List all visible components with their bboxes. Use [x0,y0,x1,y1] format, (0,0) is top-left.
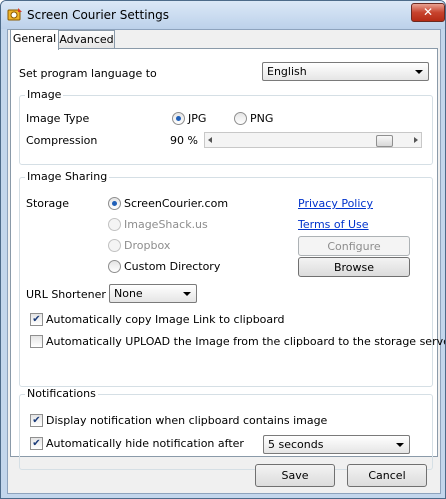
compression-label: Compression [26,134,98,147]
storage-imageshack-radio[interactable] [108,218,121,231]
storage-dropbox-label[interactable]: Dropbox [124,239,170,252]
tab-advanced[interactable]: Advanced [58,30,115,49]
slider-right-arrow-icon[interactable] [414,137,418,143]
browse-button[interactable]: Browse [298,257,410,277]
terms-of-use-link[interactable]: Terms of Use [298,218,369,231]
auto-copy-label[interactable]: Automatically copy Image Link to clipboa… [46,313,284,326]
storage-screencourier-radio[interactable] [108,197,121,210]
auto-hide-duration-select[interactable]: 5 seconds [263,435,410,454]
screen-courier-logo-icon [7,8,22,21]
url-shortener-value: None [114,287,143,300]
display-notification-checkbox[interactable]: ✔ [30,414,43,427]
image-type-label: Image Type [26,112,90,125]
storage-imageshack-label[interactable]: ImageShack.us [124,218,208,231]
close-button[interactable]: ✕ [411,3,445,22]
compression-slider[interactable] [204,132,422,148]
jpg-radio[interactable] [172,112,185,125]
chevron-down-icon [183,292,191,296]
chevron-down-icon [415,70,423,74]
storage-custom-directory-label[interactable]: Custom Directory [124,260,220,273]
tab-general[interactable]: General [10,29,59,50]
notifications-group: Notifications ✔ Display notification whe… [19,387,433,470]
storage-custom-directory-radio[interactable] [108,260,121,273]
slider-thumb[interactable] [376,135,393,147]
auto-hide-duration-value: 5 seconds [268,438,324,451]
image-group: Image Image Type JPG PNG Compression 90 … [19,88,433,165]
close-icon: ✕ [422,5,434,19]
compression-value: 90 % [170,134,198,147]
title-bar[interactable]: Screen Courier Settings ✕ [1,1,445,29]
url-shortener-select[interactable]: None [109,284,197,303]
settings-window: Screen Courier Settings ✕ General Advanc… [0,0,446,499]
cancel-button[interactable]: Cancel [347,464,427,487]
window-title: Screen Courier Settings [27,8,170,22]
language-label: Set program language to [19,67,157,80]
dialog-client-area: General Advanced Set program language to… [7,29,445,494]
png-radio-label[interactable]: PNG [250,112,273,125]
display-notification-label[interactable]: Display notification when clipboard cont… [46,414,327,427]
auto-hide-checkbox[interactable]: ✔ [30,437,43,450]
general-tab-page: Set program language to English Image Im… [10,48,445,470]
png-radio[interactable] [234,112,247,125]
storage-dropbox-radio[interactable] [108,239,121,252]
auto-upload-checkbox[interactable] [30,335,43,348]
storage-label: Storage [26,197,70,210]
url-shortener-label: URL Shortener [26,288,106,301]
checkmark-icon: ✔ [32,314,41,325]
privacy-policy-link[interactable]: Privacy Policy [298,197,373,210]
notifications-group-title: Notifications [25,387,98,400]
image-sharing-group: Image Sharing Storage ScreenCourier.com … [19,170,445,387]
language-value: English [267,65,307,78]
checkmark-icon: ✔ [32,415,41,426]
slider-left-arrow-icon[interactable] [208,137,212,143]
configure-button[interactable]: Configure [298,236,410,256]
storage-screencourier-label[interactable]: ScreenCourier.com [124,197,228,210]
image-sharing-group-title: Image Sharing [25,170,110,183]
checkmark-icon: ✔ [32,438,41,449]
chevron-down-icon [396,443,404,447]
auto-upload-label[interactable]: Automatically UPLOAD the Image from the … [46,335,445,348]
image-group-title: Image [25,88,64,101]
auto-hide-label[interactable]: Automatically hide notification after [46,437,244,450]
save-button[interactable]: Save [255,464,335,487]
auto-copy-checkbox[interactable]: ✔ [30,313,43,326]
language-select[interactable]: English [262,62,429,81]
jpg-radio-label[interactable]: JPG [188,112,206,125]
